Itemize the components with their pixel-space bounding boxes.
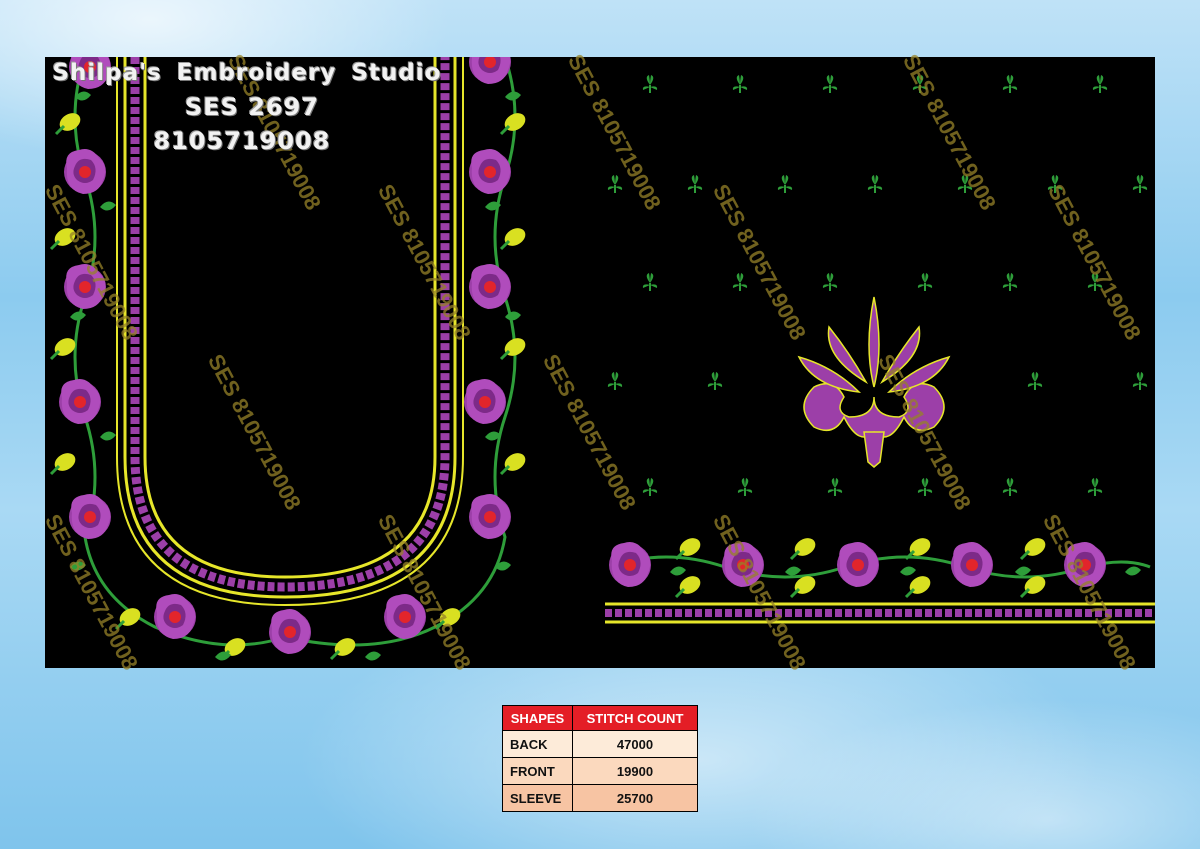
- studio-name: Shilpa's Embroidery Studio: [52, 60, 442, 86]
- count-cell: 19900: [572, 757, 698, 785]
- header-shapes: SHAPES: [502, 705, 573, 731]
- count-cell: 47000: [572, 730, 698, 758]
- table-header-row: SHAPES STITCH COUNT: [502, 705, 698, 731]
- shape-cell: BACK: [502, 730, 573, 758]
- studio-info: Shilpa's Embroidery Studio SES 2697 8105…: [52, 56, 442, 158]
- table-row: BACK 47000: [502, 730, 698, 758]
- table-row: FRONT 19900: [502, 757, 698, 785]
- studio-phone: 8105719008: [153, 127, 331, 155]
- header-stitch-count: STITCH COUNT: [572, 705, 698, 731]
- stitch-count-table: SHAPES STITCH COUNT BACK 47000 FRONT 199…: [502, 705, 698, 812]
- design-code: SES 2697: [184, 93, 320, 121]
- shape-cell: FRONT: [502, 757, 573, 785]
- table-row: SLEEVE 25700: [502, 784, 698, 812]
- count-cell: 25700: [572, 784, 698, 812]
- shape-cell: SLEEVE: [502, 784, 573, 812]
